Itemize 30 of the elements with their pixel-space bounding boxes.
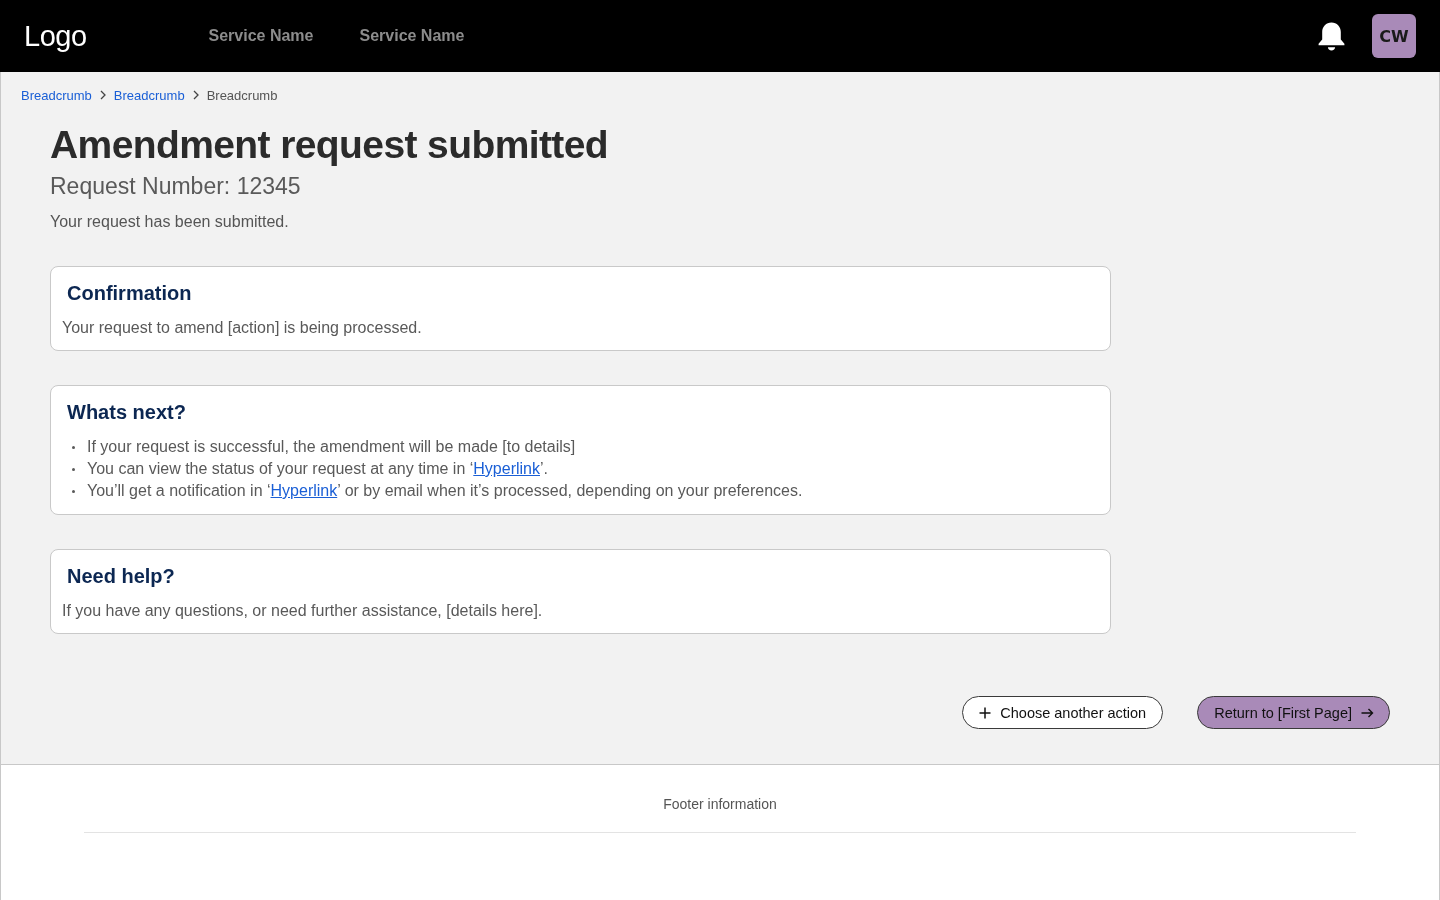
card-heading: Whats next? — [67, 400, 186, 425]
footer-text: Footer information — [663, 795, 777, 813]
list-item-text: You can view the status of your request at any time in ‘Hyperlink’. — [87, 459, 548, 479]
avatar-button[interactable]: CW — [1372, 14, 1416, 58]
intro-text: Your request has been submitted. — [50, 212, 289, 232]
hyperlink[interactable]: Hyperlink — [473, 460, 540, 477]
notification-bell-icon[interactable] — [1316, 20, 1347, 52]
bullet-icon — [72, 467, 75, 471]
breadcrumb-item[interactable]: Breadcrumb — [206, 87, 278, 103]
card-heading: Need help? — [67, 564, 175, 589]
card-heading: Confirmation — [67, 281, 192, 306]
bullet-icon — [72, 445, 75, 449]
bullet-icon — [72, 489, 75, 493]
choose-action-button[interactable]: Choose another action — [962, 696, 1164, 729]
chevron-right-icon — [192, 90, 199, 100]
nav-link[interactable]: Service Name — [208, 27, 314, 45]
card-text: If you have any questions, or need further assistance, [details here]. — [62, 601, 543, 621]
breadcrumb-item[interactable]: Breadcrumb — [21, 87, 92, 103]
chevron-right-icon — [99, 90, 106, 100]
nav-link[interactable]: Service Name — [359, 27, 465, 45]
logo[interactable]: Logo — [24, 19, 87, 53]
arrow-right-icon — [1361, 707, 1374, 718]
breadcrumb-item[interactable]: Breadcrumb — [113, 87, 185, 103]
list-item-text: You’ll get a notification in ‘Hyperlink’ or by email when it’s processed, depending on your preferences. — [87, 481, 803, 501]
card-text: Your request to amend [action] is being processed. — [62, 318, 422, 338]
page-title: Amendment request submitted — [50, 122, 609, 168]
request-number: Request Number: 12345 — [50, 172, 301, 201]
list-item-text: If your request is successful, the amendment will be made [to details] — [87, 437, 576, 457]
plus-icon — [979, 706, 992, 719]
return-button[interactable]: Return to [First Page] — [1197, 696, 1390, 729]
